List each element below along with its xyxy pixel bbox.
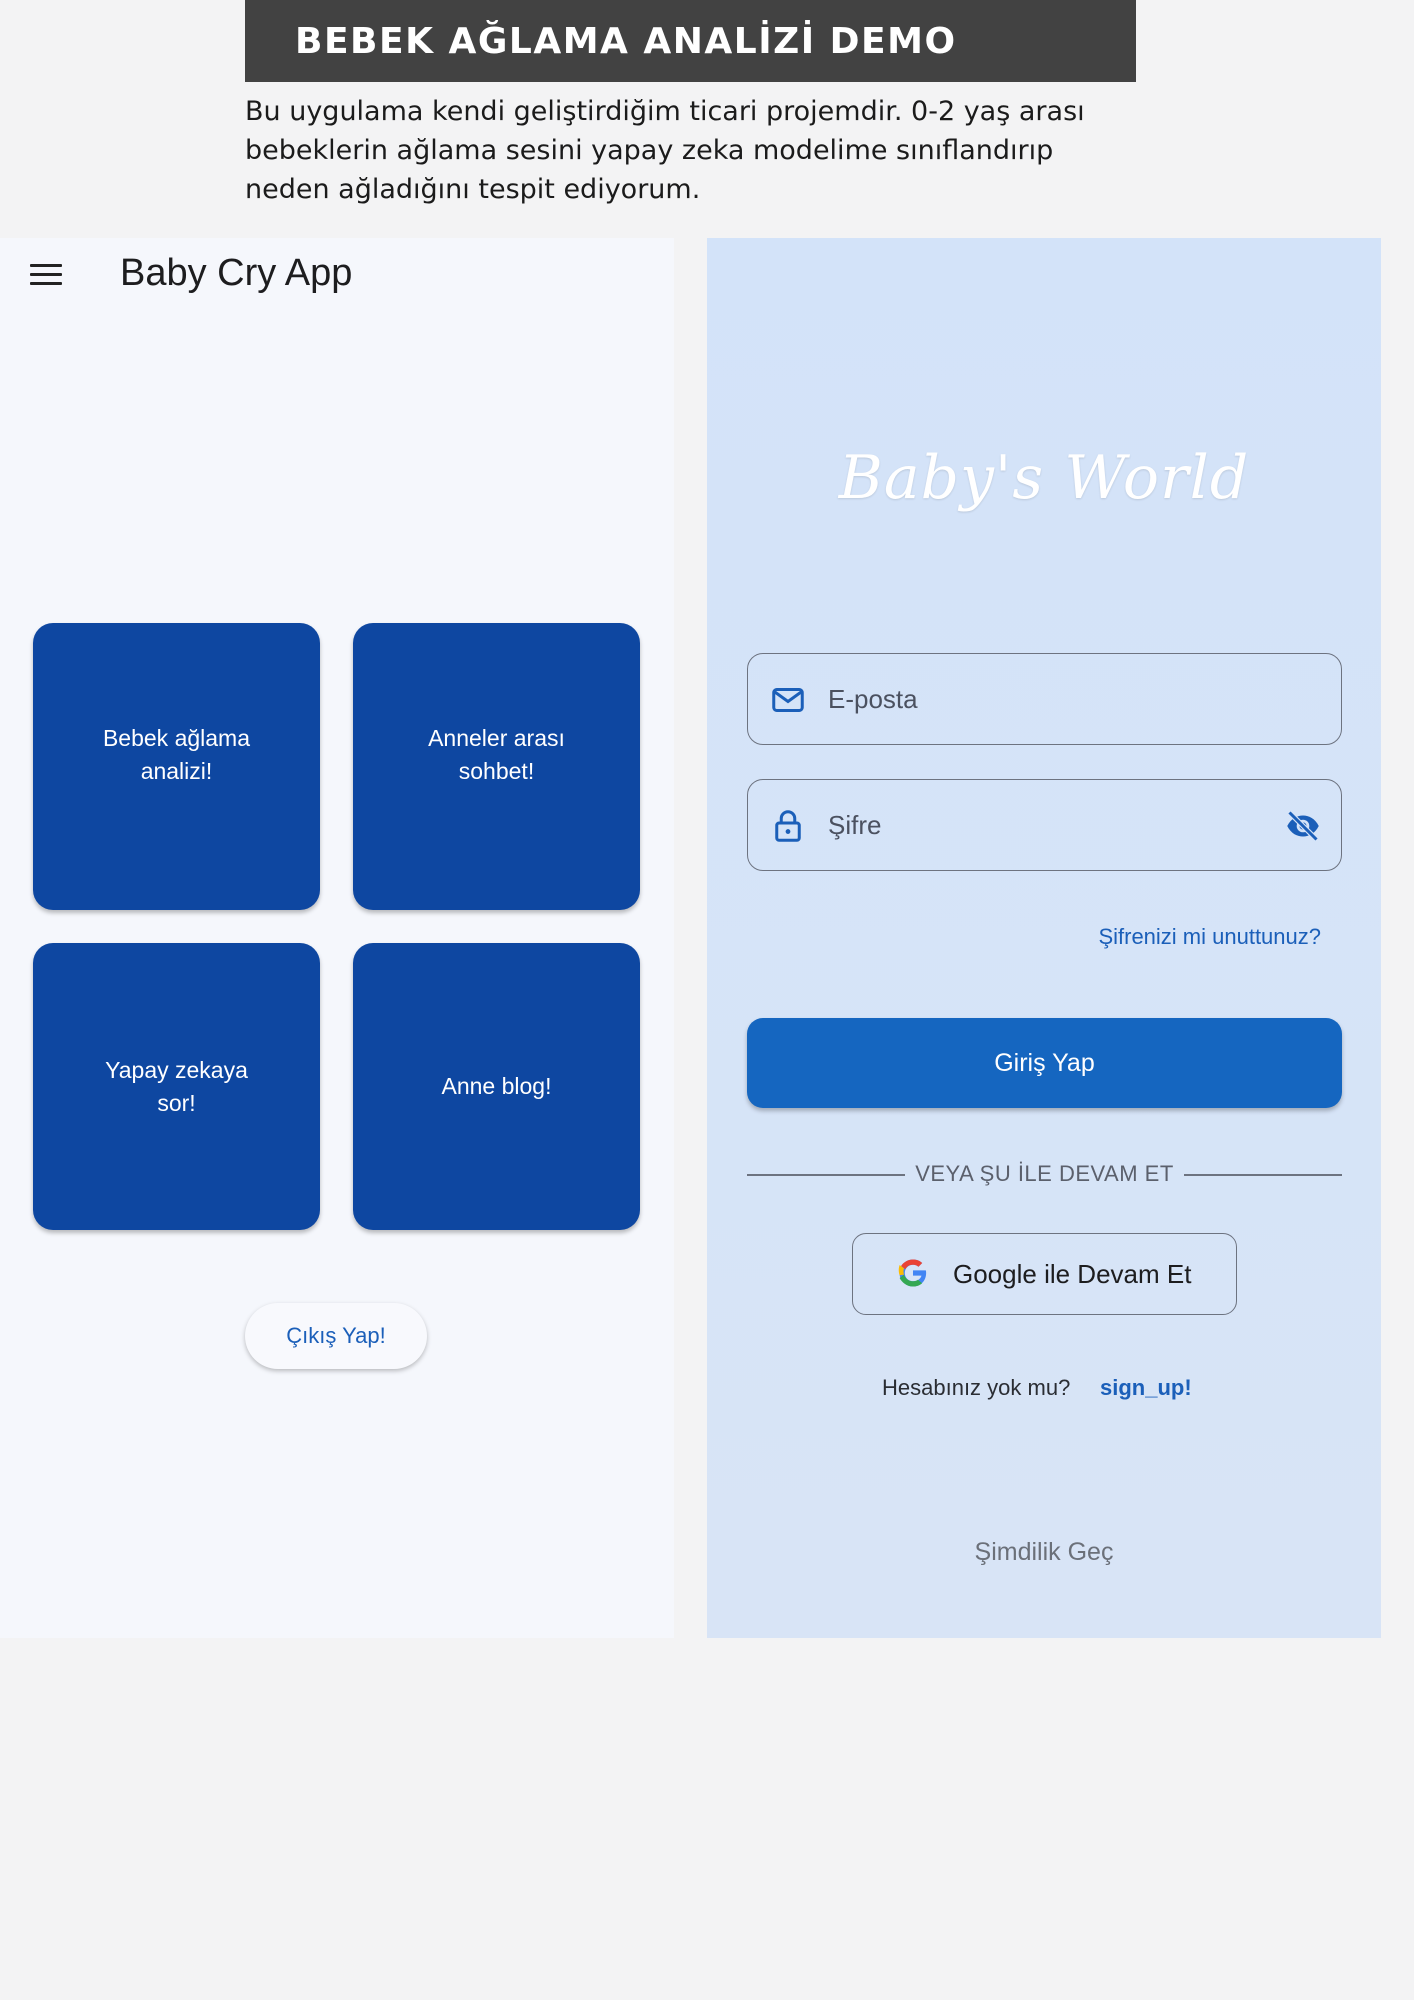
google-icon xyxy=(898,1259,928,1287)
password-input[interactable] xyxy=(828,780,1248,870)
cry-analysis-tile[interactable]: Bebek ağlama analizi! xyxy=(33,623,320,910)
divider-line xyxy=(747,1174,905,1176)
login-screen: Baby's World Şifrenizi mi unuttunuz? Gir… xyxy=(707,238,1381,1638)
eye-off-icon[interactable] xyxy=(1283,808,1323,844)
tile-label: Bebek ağlama analizi! xyxy=(102,724,251,784)
email-input[interactable] xyxy=(828,654,1248,744)
mom-blog-tile[interactable]: Anne blog! xyxy=(353,943,640,1230)
ask-ai-tile[interactable]: Yapay zekaya sor! xyxy=(33,943,320,1230)
banner-title: BEBEK AĞLAMA ANALİZİ DEMO xyxy=(295,20,957,62)
no-account-text: Hesabınız yok mu? xyxy=(882,1375,1071,1400)
tile-label: Anne blog! xyxy=(441,1073,552,1099)
mothers-chat-tile[interactable]: Anneler arası sohbet! xyxy=(353,623,640,910)
hamburger-menu-icon[interactable] xyxy=(30,262,64,288)
app-title: Baby Cry App xyxy=(120,252,353,294)
tile-label: Anneler arası sohbet! xyxy=(428,724,565,784)
email-field[interactable] xyxy=(747,653,1342,745)
signup-link[interactable]: sign_up! xyxy=(1100,1375,1192,1401)
password-field[interactable] xyxy=(747,779,1342,871)
tile-label: Yapay zekaya sor! xyxy=(105,1056,248,1116)
skip-link[interactable]: Şimdilik Geç xyxy=(707,1538,1381,1567)
home-screen: Baby Cry App Bebek ağlama analizi! Annel… xyxy=(0,238,674,1638)
google-button-label: Google ile Devam Et xyxy=(953,1258,1192,1289)
google-signin-button[interactable]: Google ile Devam Et xyxy=(852,1233,1237,1315)
divider-text: VEYA ŞU İLE DEVAM ET xyxy=(915,1161,1174,1186)
logout-button[interactable]: Çıkış Yap! xyxy=(245,1303,427,1369)
brand-logo: Baby's World xyxy=(838,443,1250,513)
login-button[interactable]: Giriş Yap xyxy=(747,1018,1342,1108)
intro-description: Bu uygulama kendi geliştirdiğim ticari p… xyxy=(245,96,1085,205)
divider-line xyxy=(1184,1174,1342,1176)
lock-icon xyxy=(775,810,801,842)
header-banner: BEBEK AĞLAMA ANALİZİ DEMO xyxy=(245,0,1136,82)
forgot-password-link[interactable]: Şifrenizi mi unuttunuz? xyxy=(1098,924,1321,950)
mail-icon xyxy=(772,688,804,712)
